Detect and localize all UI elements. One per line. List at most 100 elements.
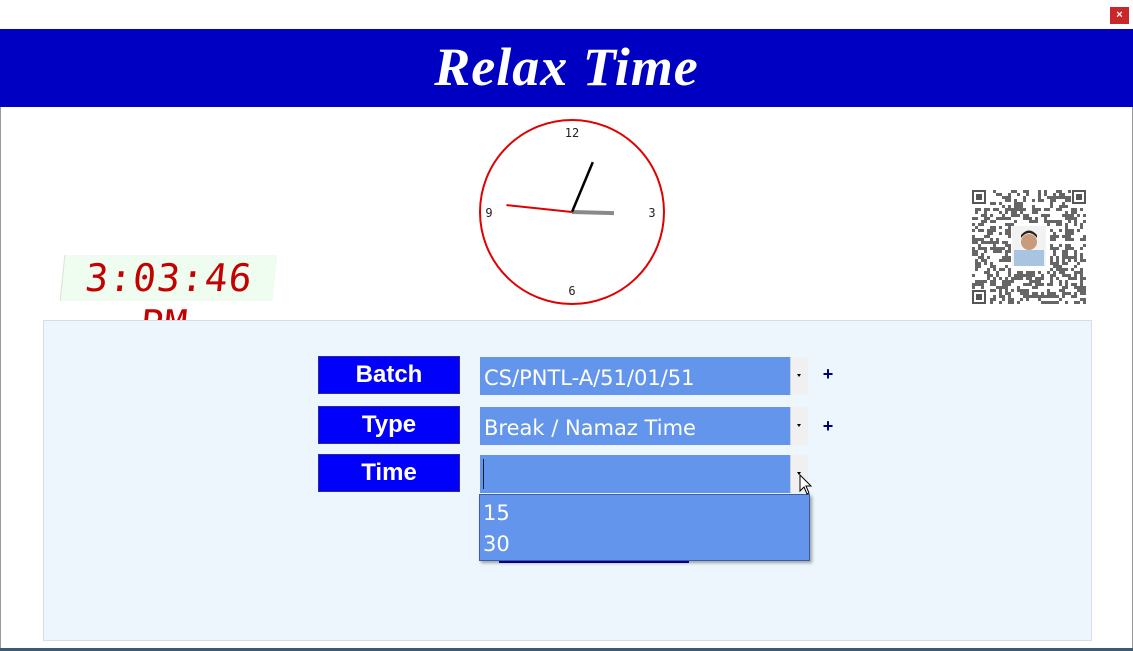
qr-module <box>1023 196 1026 199</box>
qr-module <box>1080 256 1083 259</box>
qr-code-icon <box>970 188 1088 306</box>
qr-module <box>981 247 984 250</box>
qr-module <box>1020 274 1023 277</box>
qr-module <box>1020 298 1023 301</box>
qr-module <box>990 280 993 283</box>
qr-module <box>1050 280 1053 283</box>
qr-module <box>1062 262 1065 265</box>
qr-module <box>981 253 984 256</box>
qr-module <box>1005 259 1008 262</box>
qr-module <box>1029 280 1032 283</box>
qr-module <box>996 250 999 253</box>
qr-module <box>984 250 987 253</box>
qr-module <box>1035 208 1038 211</box>
qr-module <box>1065 214 1068 217</box>
qr-module <box>987 271 990 274</box>
qr-module <box>1035 292 1038 295</box>
qr-module <box>1047 196 1050 199</box>
qr-module <box>1068 232 1071 235</box>
time-select[interactable] <box>480 455 808 493</box>
qr-module <box>996 286 999 289</box>
qr-module <box>999 250 1002 253</box>
qr-module <box>984 280 987 283</box>
qr-module <box>1011 298 1014 301</box>
chevron-down-icon[interactable] <box>790 357 808 395</box>
qr-module <box>993 298 996 301</box>
qr-module <box>990 265 993 268</box>
qr-module <box>1056 277 1059 280</box>
qr-module <box>987 232 990 235</box>
qr-module <box>1065 283 1068 286</box>
qr-module <box>999 295 1002 298</box>
qr-module <box>1083 214 1086 217</box>
qr-module <box>1005 211 1008 214</box>
qr-module <box>1002 283 1005 286</box>
qr-module <box>978 280 981 283</box>
qr-module <box>1071 238 1074 241</box>
qr-module <box>993 190 996 193</box>
qr-module <box>1038 298 1041 301</box>
batch-select[interactable]: CS/PNTL-A/51/01/51 <box>480 357 808 395</box>
qr-module <box>1008 295 1011 298</box>
qr-module <box>1047 220 1050 223</box>
qr-module <box>1014 202 1017 205</box>
qr-module <box>1008 196 1011 199</box>
qr-module <box>1074 265 1077 268</box>
time-dropdown-list: 15 30 <box>479 494 810 561</box>
qr-module <box>1020 289 1023 292</box>
qr-module <box>1023 292 1026 295</box>
qr-module <box>1083 238 1086 241</box>
qr-module <box>1020 208 1023 211</box>
qr-module <box>1044 220 1047 223</box>
qr-module <box>1032 205 1035 208</box>
qr-module <box>975 241 978 244</box>
qr-module <box>1068 247 1071 250</box>
type-select[interactable]: Break / Namaz Time <box>480 407 808 445</box>
qr-module <box>1065 217 1068 220</box>
qr-module <box>1005 283 1008 286</box>
qr-module <box>993 250 996 253</box>
qr-module <box>1083 235 1086 238</box>
qr-module <box>1068 235 1071 238</box>
qr-module <box>1068 274 1071 277</box>
qr-module <box>1080 208 1083 211</box>
close-button[interactable]: × <box>1110 7 1129 24</box>
profile-photo <box>1012 226 1046 266</box>
qr-module <box>1050 196 1053 199</box>
qr-module <box>1005 277 1008 280</box>
qr-module <box>1026 298 1029 301</box>
chevron-down-icon[interactable] <box>790 407 808 445</box>
header-banner: Relax Time <box>0 29 1133 107</box>
qr-module <box>978 244 981 247</box>
qr-module <box>1062 235 1065 238</box>
qr-module <box>1008 280 1011 283</box>
qr-module <box>1032 208 1035 211</box>
qr-module <box>1062 202 1065 205</box>
qr-module <box>993 226 996 229</box>
qr-module <box>1026 217 1029 220</box>
qr-module <box>1071 217 1074 220</box>
qr-module <box>975 226 978 229</box>
qr-module <box>981 259 984 262</box>
time-option[interactable]: 30 <box>480 526 809 557</box>
qr-module <box>1071 229 1074 232</box>
qr-module <box>1080 247 1083 250</box>
qr-module <box>978 265 981 268</box>
qr-module <box>1041 214 1044 217</box>
add-batch-button[interactable]: + <box>821 364 835 385</box>
qr-module <box>1032 295 1035 298</box>
qr-module <box>972 238 975 241</box>
qr-module <box>1020 211 1023 214</box>
qr-module <box>1038 295 1041 298</box>
qr-module <box>1029 295 1032 298</box>
qr-module <box>1080 298 1083 301</box>
time-option[interactable]: 15 <box>480 495 809 526</box>
qr-module <box>1014 214 1017 217</box>
add-type-button[interactable]: + <box>821 416 835 437</box>
qr-module <box>1050 268 1053 271</box>
qr-module <box>1071 256 1074 259</box>
qr-module <box>1065 199 1068 202</box>
qr-module <box>1056 295 1059 298</box>
qr-module <box>1074 283 1077 286</box>
qr-module <box>1002 256 1005 259</box>
